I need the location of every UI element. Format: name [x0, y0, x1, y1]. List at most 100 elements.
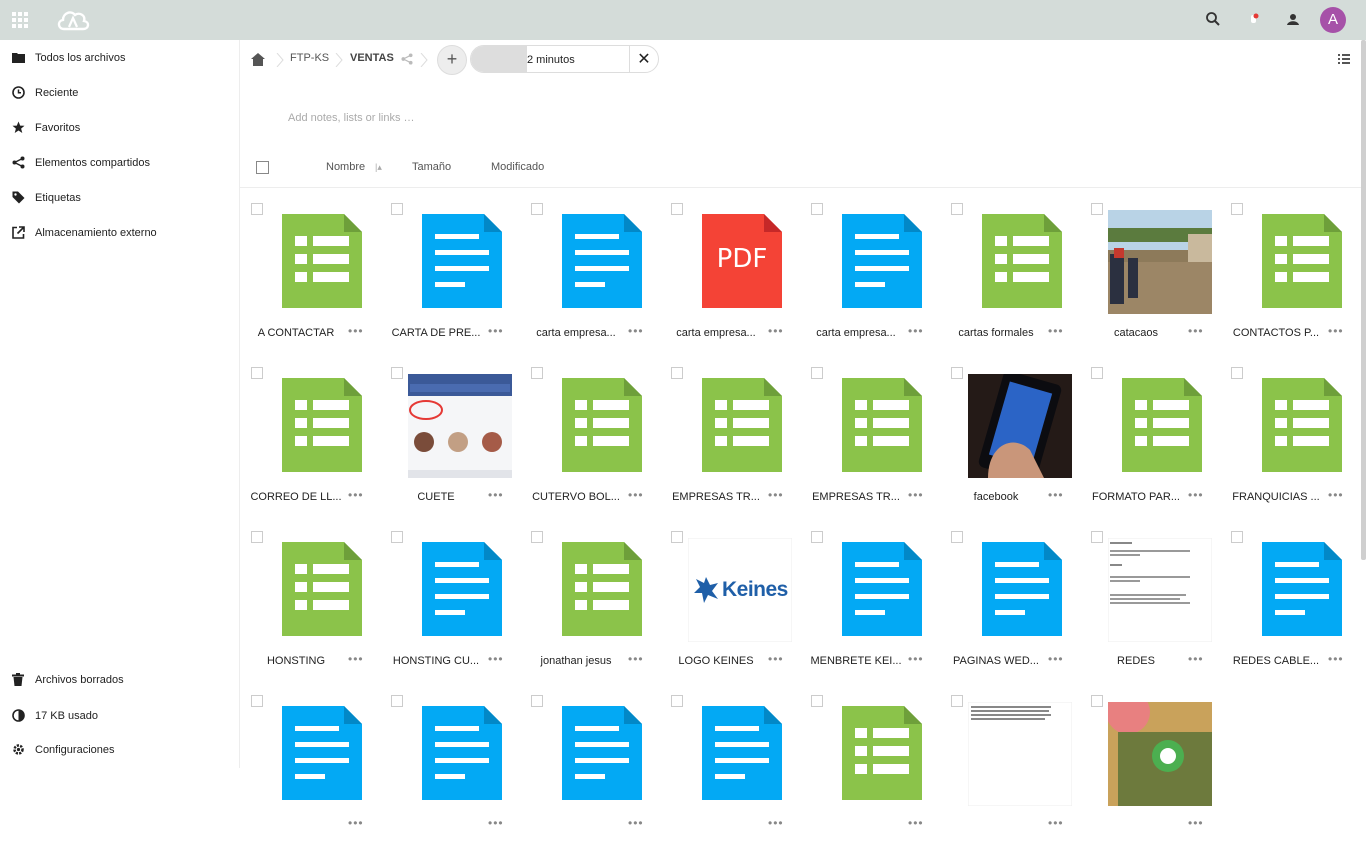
file-checkbox[interactable] [391, 367, 403, 379]
file-checkbox[interactable] [951, 367, 963, 379]
file-checkbox[interactable] [1091, 367, 1103, 379]
more-actions-icon[interactable]: ••• [908, 324, 924, 338]
document-icon[interactable] [548, 702, 652, 806]
file-checkbox[interactable] [1091, 695, 1103, 707]
cloud-logo-icon[interactable] [55, 7, 91, 33]
spreadsheet-icon[interactable] [828, 702, 932, 806]
more-actions-icon[interactable]: ••• [908, 488, 924, 502]
file-checkbox[interactable] [251, 695, 263, 707]
file-tile[interactable]: CORREO DE LL... ••• [240, 362, 380, 526]
file-checkbox[interactable] [531, 695, 543, 707]
file-tile[interactable]: HONSTING ••• [240, 526, 380, 690]
file-checkbox[interactable] [811, 531, 823, 543]
file-tile[interactable]: PDF carta empresa... ••• [660, 198, 800, 362]
file-tile[interactable]: CUETE ••• [380, 362, 520, 526]
pdf-icon[interactable]: PDF [688, 210, 792, 314]
sidebar-item-recent[interactable]: Reciente [0, 75, 240, 110]
spreadsheet-icon[interactable] [968, 210, 1072, 314]
file-checkbox[interactable] [251, 531, 263, 543]
document-icon[interactable] [408, 210, 512, 314]
file-tile[interactable]: CONTACTOS P... ••• [1220, 198, 1360, 362]
spreadsheet-icon[interactable] [828, 374, 932, 478]
spreadsheet-icon[interactable] [1108, 374, 1212, 478]
spreadsheet-icon[interactable] [1248, 374, 1352, 478]
file-checkbox[interactable] [951, 203, 963, 215]
more-actions-icon[interactable]: ••• [1328, 324, 1344, 338]
file-checkbox[interactable] [251, 203, 263, 215]
more-actions-icon[interactable]: ••• [348, 488, 364, 502]
breadcrumb-item-ftp-ks[interactable]: FTP-KS [290, 52, 329, 64]
document-icon[interactable] [828, 538, 932, 642]
file-tile[interactable]: catacaos ••• [1080, 198, 1220, 362]
file-checkbox[interactable] [811, 203, 823, 215]
file-checkbox[interactable] [391, 203, 403, 215]
photo-thumbnail[interactable] [1106, 690, 1212, 806]
file-tile[interactable]: PAGINAS WED... ••• [940, 526, 1080, 690]
spreadsheet-icon[interactable] [548, 538, 652, 642]
file-checkbox[interactable] [811, 367, 823, 379]
sidebar-item-deleted-files[interactable]: Archivos borrados [0, 662, 240, 697]
file-tile[interactable]: carta empresa... ••• [800, 198, 940, 362]
more-actions-icon[interactable]: ••• [628, 324, 644, 338]
file-tile[interactable]: FORMATO PAR... ••• [1080, 362, 1220, 526]
more-actions-icon[interactable]: ••• [628, 652, 644, 666]
text-preview-thumbnail[interactable] [967, 701, 1073, 807]
share-folder-icon[interactable] [401, 53, 413, 65]
spreadsheet-icon[interactable] [688, 374, 792, 478]
more-actions-icon[interactable]: ••• [628, 488, 644, 502]
file-tile[interactable]: EMPRESAS TR... ••• [660, 362, 800, 526]
file-checkbox[interactable] [1231, 367, 1243, 379]
document-icon[interactable] [408, 702, 512, 806]
sidebar-item-shared[interactable]: Elementos compartidos [0, 145, 240, 180]
view-toggle-icon[interactable] [1338, 53, 1350, 65]
new-file-button[interactable]: + [437, 45, 467, 75]
more-actions-icon[interactable]: ••• [488, 488, 504, 502]
more-actions-icon[interactable]: ••• [1328, 652, 1344, 666]
home-icon[interactable] [251, 53, 265, 66]
sort-by-name[interactable]: Nombre [326, 161, 365, 173]
document-icon[interactable] [688, 702, 792, 806]
file-tile[interactable]: facebook ••• [940, 362, 1080, 526]
document-icon[interactable] [828, 210, 932, 314]
file-tile[interactable]: ••• [240, 690, 380, 854]
spreadsheet-icon[interactable] [268, 538, 372, 642]
file-tile[interactable]: REDES CABLE... ••• [1220, 526, 1360, 690]
file-checkbox[interactable] [671, 367, 683, 379]
folder-notes-input[interactable]: Add notes, lists or links … [288, 112, 415, 124]
more-actions-icon[interactable]: ••• [1048, 488, 1064, 502]
file-tile[interactable]: MENBRETE KEI... ••• [800, 526, 940, 690]
more-actions-icon[interactable]: ••• [348, 324, 364, 338]
spreadsheet-icon[interactable] [268, 374, 372, 478]
scrollbar[interactable] [1361, 40, 1366, 560]
logo-thumbnail[interactable]: Keines [688, 538, 792, 642]
file-tile[interactable]: A CONTACTAR ••• [240, 198, 380, 362]
more-actions-icon[interactable]: ••• [1188, 324, 1204, 338]
document-icon[interactable] [268, 702, 372, 806]
file-checkbox[interactable] [391, 695, 403, 707]
select-all-checkbox[interactable] [256, 161, 269, 174]
document-icon[interactable] [1248, 538, 1352, 642]
more-actions-icon[interactable]: ••• [768, 324, 784, 338]
sidebar-item-external-storage[interactable]: Almacenamiento externo [0, 215, 240, 250]
file-checkbox[interactable] [531, 531, 543, 543]
sidebar-item-all-files[interactable]: Todos los archivos [0, 40, 240, 75]
document-icon[interactable] [408, 538, 512, 642]
file-tile[interactable]: EMPRESAS TR... ••• [800, 362, 940, 526]
cancel-upload-button[interactable]: ✕ [629, 46, 658, 72]
more-actions-icon[interactable]: ••• [488, 816, 504, 830]
file-tile[interactable]: ••• [380, 690, 520, 854]
more-actions-icon[interactable]: ••• [1048, 324, 1064, 338]
file-tile[interactable]: cartas formales ••• [940, 198, 1080, 362]
file-checkbox[interactable] [531, 367, 543, 379]
file-tile[interactable]: CUTERVO BOL... ••• [520, 362, 660, 526]
more-actions-icon[interactable]: ••• [768, 488, 784, 502]
more-actions-icon[interactable]: ••• [1188, 488, 1204, 502]
more-actions-icon[interactable]: ••• [1048, 652, 1064, 666]
file-tile[interactable]: Keines LOGO KEINES ••• [660, 526, 800, 690]
more-actions-icon[interactable]: ••• [768, 816, 784, 830]
contacts-icon[interactable] [1285, 11, 1301, 27]
sidebar-item-tags[interactable]: Etiquetas [0, 180, 240, 215]
document-icon[interactable] [548, 210, 652, 314]
more-actions-icon[interactable]: ••• [908, 816, 924, 830]
photo-thumbnail[interactable] [968, 371, 1072, 481]
